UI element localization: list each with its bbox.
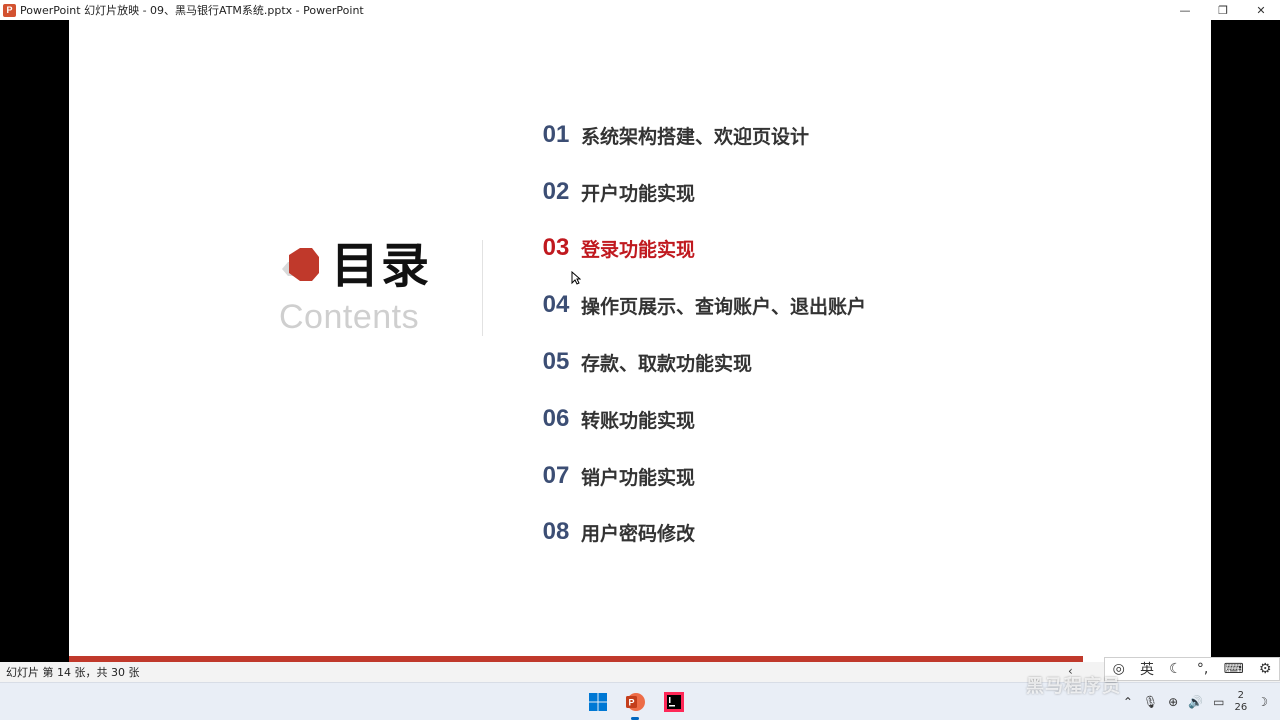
- microphone-icon[interactable]: 🎙: [1143, 695, 1158, 709]
- toc-number: 07: [542, 462, 570, 489]
- close-button[interactable]: ✕: [1242, 0, 1280, 20]
- svg-text:P: P: [628, 698, 634, 708]
- toc-label: 系统架构搭建、欢迎页设计: [581, 125, 810, 148]
- windows-start-icon[interactable]: [586, 690, 610, 714]
- window-controls: — ❐ ✕: [1166, 0, 1280, 20]
- focus-moon-icon[interactable]: ☽: [1257, 695, 1268, 709]
- toc-number: 03: [542, 234, 570, 261]
- toc-label: 销户功能实现: [581, 466, 696, 489]
- slide-counter: 幻灯片 第 14 张，共 30 张: [6, 666, 140, 679]
- battery-icon[interactable]: ▭: [1213, 695, 1224, 709]
- toc-label: 用户密码修改: [581, 522, 696, 545]
- toc-number: 04: [542, 291, 570, 318]
- window-title: PowerPoint 幻灯片放映 - 09、黑马银行ATM系统.pptx - P…: [20, 4, 364, 17]
- toc-item-06[interactable]: 06 转账功能实现: [531, 399, 695, 439]
- network-icon[interactable]: ⊕: [1168, 695, 1178, 709]
- toc-item-04[interactable]: 04 操作页展示、查询账户、退出账户: [531, 285, 866, 325]
- ime-toolbar: ◎ 英 ☾ °, ⌨ ⚙: [1104, 657, 1280, 681]
- keyboard-icon[interactable]: ⌨: [1223, 661, 1243, 677]
- clock-line1: 2: [1237, 690, 1245, 701]
- toc-number: 01: [542, 121, 570, 148]
- slide[interactable]: 目录 Contents 01 系统架构搭建、欢迎页设计 02 开户功能实现 03…: [69, 20, 1211, 662]
- mouse-cursor-icon: [571, 271, 581, 285]
- system-tray: ⌃ 🎙 ⊕ 🔊 ▭ 2 26 ☽: [1123, 683, 1280, 720]
- clock[interactable]: 2 26: [1235, 690, 1248, 714]
- powerpoint-logo-icon: P: [3, 3, 16, 17]
- restore-button[interactable]: ❐: [1204, 0, 1242, 20]
- toc-number: 02: [542, 178, 570, 205]
- punctuation-icon[interactable]: °,: [1197, 661, 1208, 677]
- toc-number: 05: [542, 348, 570, 375]
- slide-content: 目录 Contents 01 系统架构搭建、欢迎页设计 02 开户功能实现 03…: [69, 20, 1211, 662]
- toc-label: 开户功能实现: [581, 182, 696, 205]
- minimize-button[interactable]: —: [1166, 0, 1204, 20]
- clock-line2: 26: [1234, 702, 1248, 713]
- intellij-taskbar-icon[interactable]: [662, 690, 686, 714]
- settings-icon[interactable]: ⚙: [1259, 661, 1272, 677]
- ime-mode[interactable]: 英: [1140, 659, 1154, 679]
- slide-subheading: Contents: [279, 298, 420, 336]
- toc-item-05[interactable]: 05 存款、取款功能实现: [531, 342, 752, 382]
- moon-icon[interactable]: ☾: [1169, 661, 1182, 677]
- toc-number: 08: [542, 518, 570, 545]
- volume-icon[interactable]: 🔊: [1188, 695, 1203, 709]
- watermark: 黑马程序员: [1026, 676, 1121, 697]
- toc-item-03[interactable]: 03 登录功能实现: [531, 228, 695, 268]
- toc-number: 06: [542, 405, 570, 432]
- toc-label: 转账功能实现: [581, 409, 696, 432]
- toc-item-01[interactable]: 01 系统架构搭建、欢迎页设计: [531, 115, 809, 155]
- toc-item-08[interactable]: 08 用户密码修改: [531, 512, 695, 552]
- toc-label: 操作页展示、查询账户、退出账户: [581, 295, 867, 318]
- window-titlebar: P PowerPoint 幻灯片放映 - 09、黑马银行ATM系统.pptx -…: [0, 0, 1280, 20]
- vertical-divider: [482, 240, 483, 336]
- toc-label: 登录功能实现: [581, 238, 696, 261]
- toc-label: 存款、取款功能实现: [581, 352, 753, 375]
- chevron-up-icon[interactable]: ⌃: [1123, 695, 1133, 709]
- hexagon-logo-icon: [282, 248, 319, 281]
- toc-item-07[interactable]: 07 销户功能实现: [531, 456, 695, 496]
- toc-item-02[interactable]: 02 开户功能实现: [531, 172, 695, 212]
- powerpoint-taskbar-icon[interactable]: P: [623, 690, 647, 714]
- slide-heading: 目录: [331, 238, 432, 294]
